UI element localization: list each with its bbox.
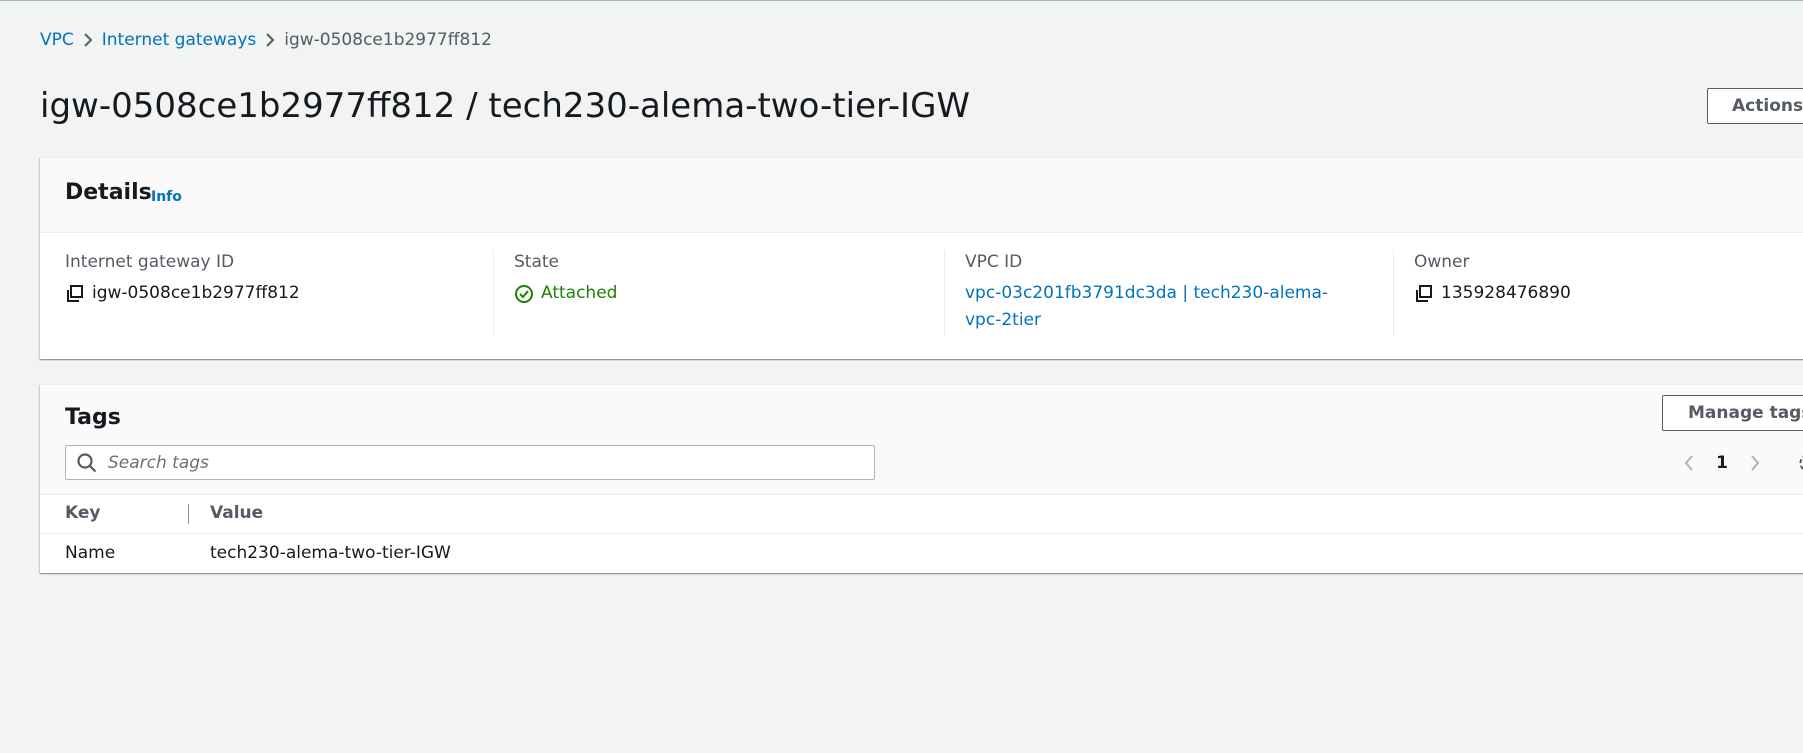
igw-id-value-row: igw-0508ce1b2977ff812 — [65, 280, 300, 307]
page-number[interactable]: 1 — [1701, 453, 1743, 473]
manage-tags-button[interactable]: Manage tags — [1662, 395, 1803, 431]
state-label: State — [514, 252, 559, 272]
column-header-key[interactable]: Key — [65, 503, 101, 523]
vpc-id-label: VPC ID — [965, 252, 1023, 272]
igw-id-field: Internet gateway ID igw-0508ce1b2977ff81… — [65, 252, 300, 307]
gear-icon[interactable] — [1797, 451, 1803, 475]
search-tags-box — [65, 445, 875, 480]
table-header: Key Value — [40, 495, 1803, 534]
page-title: igw-0508ce1b2977ff812 / tech230-alema-tw… — [40, 86, 971, 126]
details-panel: Details Info Internet gateway ID igw-050… — [40, 157, 1803, 359]
check-circle-icon — [514, 284, 534, 304]
column-header-value[interactable]: Value — [210, 503, 263, 523]
copy-icon[interactable] — [65, 284, 85, 304]
igw-id-value: igw-0508ce1b2977ff812 — [92, 283, 300, 303]
breadcrumb-vpc[interactable]: VPC — [40, 30, 74, 50]
chevron-right-icon — [74, 32, 102, 48]
top-border — [0, 0, 1803, 1]
copy-icon[interactable] — [1414, 284, 1434, 304]
column-resizer[interactable] — [188, 504, 189, 524]
column-divider — [493, 250, 494, 336]
state-value-row: Attached — [514, 280, 617, 307]
vpc-id-value-row: vpc-03c201fb3791dc3da | tech230-alema-vp… — [965, 280, 1355, 334]
details-header — [40, 158, 1803, 233]
details-title: Details — [65, 180, 152, 205]
tag-value-cell: tech230-alema-two-tier-IGW — [210, 543, 451, 563]
state-field: State Attached — [514, 252, 617, 307]
vpc-id-field: VPC ID vpc-03c201fb3791dc3da | tech230-a… — [965, 252, 1355, 334]
breadcrumb-internet-gateways[interactable]: Internet gateways — [102, 30, 256, 50]
info-link[interactable]: Info — [151, 189, 182, 205]
tag-key-cell: Name — [65, 543, 116, 563]
column-divider — [944, 250, 945, 336]
vpc-id-link[interactable]: vpc-03c201fb3791dc3da | tech230-alema-vp… — [965, 280, 1355, 334]
owner-field: Owner 135928476890 — [1414, 252, 1571, 307]
breadcrumb-current: igw-0508ce1b2977ff812 — [284, 30, 492, 50]
table-row: Name tech230-alema-two-tier-IGW — [40, 535, 1803, 573]
chevron-right-icon — [256, 32, 284, 48]
column-divider — [1393, 250, 1394, 336]
igw-id-label: Internet gateway ID — [65, 252, 235, 272]
search-icon — [76, 452, 98, 474]
owner-value-row: 135928476890 — [1414, 280, 1571, 307]
pagination: 1 — [1677, 451, 1767, 475]
tags-title: Tags — [65, 405, 121, 430]
state-value: Attached — [541, 283, 618, 303]
tags-panel: Tags 1 Key Value Name tech230-alema-two-… — [40, 384, 1803, 573]
search-tags-input[interactable] — [106, 451, 850, 474]
chevron-left-icon[interactable] — [1677, 451, 1701, 475]
actions-button[interactable]: Actions — [1707, 88, 1803, 124]
chevron-right-icon[interactable] — [1743, 451, 1767, 475]
owner-value: 135928476890 — [1441, 283, 1571, 303]
owner-label: Owner — [1414, 252, 1470, 272]
breadcrumb: VPC Internet gateways igw-0508ce1b2977ff… — [40, 30, 492, 50]
